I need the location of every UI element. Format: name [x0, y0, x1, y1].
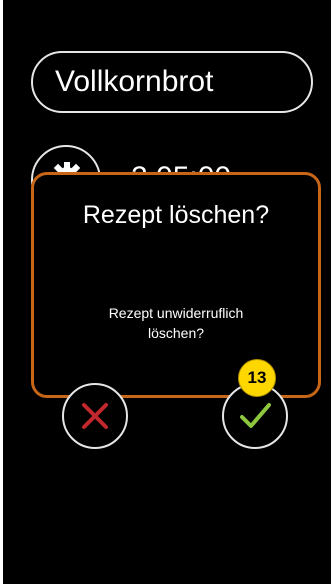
- step-number-badge: 13: [238, 359, 276, 397]
- recipe-name-text: Vollkornbrot: [55, 65, 214, 98]
- check-icon: [240, 403, 271, 428]
- dialog-message: Rezept unwiderruflich löschen?: [74, 303, 278, 343]
- device-screen: Vollkornbrot 2 05:00 Rezept löschen? Rez…: [3, 0, 331, 584]
- delete-recipe-dialog: Rezept löschen? Rezept unwiderruflich lö…: [31, 172, 321, 398]
- x-icon: [82, 403, 108, 429]
- dialog-message-line-2: löschen?: [147, 325, 205, 341]
- recipe-name-field[interactable]: Vollkornbrot: [31, 51, 313, 113]
- dialog-message-line-1: Rezept unwiderruflich: [108, 305, 244, 321]
- dialog-title: Rezept löschen?: [82, 201, 270, 229]
- cancel-button[interactable]: [62, 383, 128, 449]
